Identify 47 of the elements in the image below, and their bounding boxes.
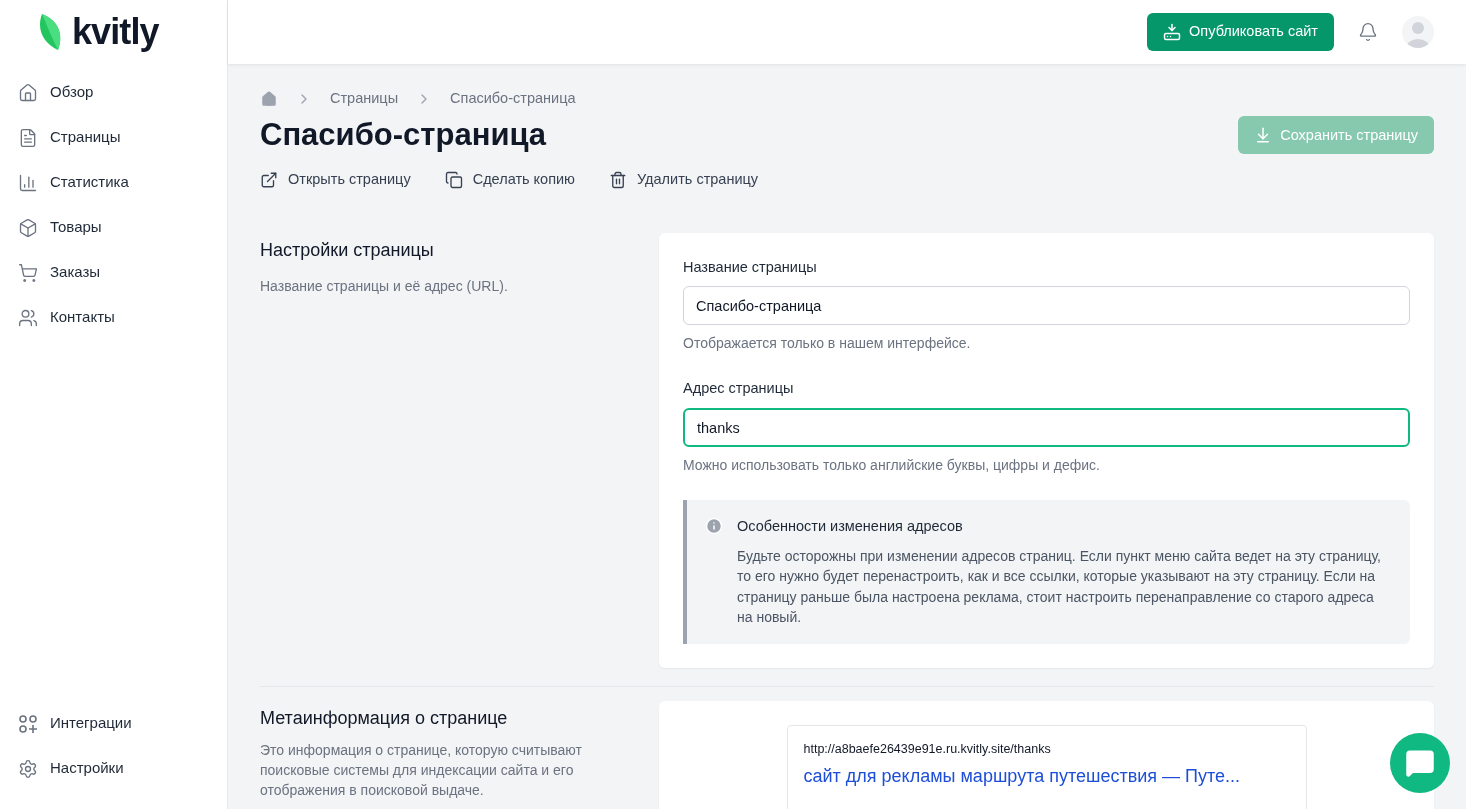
nav-item[interactable]: Обзор (0, 70, 227, 115)
download-icon (1163, 23, 1182, 41)
preview-title[interactable]: сайт для рекламы маршрута путешествия — Путе... (803, 764, 1290, 787)
home-icon[interactable] (260, 90, 278, 108)
section-title: Метаинформация о странице (260, 706, 509, 730)
box-icon (18, 217, 38, 238)
nav-item[interactable]: Контакты (0, 295, 227, 340)
logo-text: kvitly (72, 14, 159, 50)
field-label: Адрес страницы (683, 379, 795, 399)
settings-icon (18, 758, 38, 779)
trash-icon (609, 170, 627, 189)
nav-item[interactable]: Страницы (0, 115, 227, 160)
nav-item[interactable]: Товары (0, 205, 227, 250)
breadcrumb-link[interactable]: Страницы (330, 88, 399, 110)
bar-chart-icon (18, 172, 38, 193)
input-field[interactable]: Спасибо-страница (683, 286, 1410, 326)
field-hint: Можно использовать только английские буквы, цифры и дефис. (683, 456, 1101, 475)
avatar[interactable] (1402, 16, 1434, 48)
users-icon (18, 307, 38, 328)
document-icon (18, 127, 38, 148)
preview-url: http://a8baefe26439e91e.ru.kvitly.site/thanks (803, 740, 1052, 758)
publish-button[interactable]: Опубликовать сайт (1147, 13, 1334, 51)
page-title: Спасибо-страница (260, 116, 547, 154)
notice-title: Особенности изменения адресов (737, 517, 964, 536)
input-field[interactable]: thanks (683, 408, 1410, 447)
cart-icon (18, 262, 38, 283)
nav-item[interactable]: Заказы (0, 250, 227, 295)
info-icon (705, 517, 723, 535)
action-link[interactable]: Удалить страницу (609, 168, 759, 191)
nav-item[interactable]: Статистика (0, 160, 227, 205)
section-description: Это информация о странице, которую считывают поисковые системы для индексации сайта и его отображения в поисковой выдаче. (260, 740, 583, 800)
breadcrumb-link[interactable]: Спасибо-страница (450, 88, 576, 110)
nav-item[interactable]: Интеграции (0, 701, 227, 746)
field-hint: Отображается только в нашем интерфейсе. (683, 334, 972, 354)
field-label: Название страницы (683, 257, 818, 277)
section-description: Название страницы и её адрес (URL). (260, 276, 509, 296)
external-link-icon (260, 170, 278, 189)
nav-item[interactable]: Настройки (0, 746, 227, 791)
integrations-icon (18, 713, 38, 734)
home-icon (18, 82, 38, 103)
chat-icon (1405, 748, 1435, 778)
action-link[interactable]: Открыть страницу (260, 168, 411, 191)
action-link[interactable]: Сделать копию (444, 168, 575, 191)
notification-bell-icon[interactable] (1358, 22, 1378, 42)
notice-text: Будьте осторожны при изменении адресов страниц. Если пункт меню сайта ведет на эту страницу, то его нужно будет перенастроить, как и все ссылки, которые указывают на эту страницу. Если на страницу раньше была настроена реклама, стоит настроить перенаправление со старого адреса на новый. (737, 546, 1382, 628)
copy-icon (444, 170, 463, 189)
section-title: Настройки страницы (260, 238, 435, 262)
